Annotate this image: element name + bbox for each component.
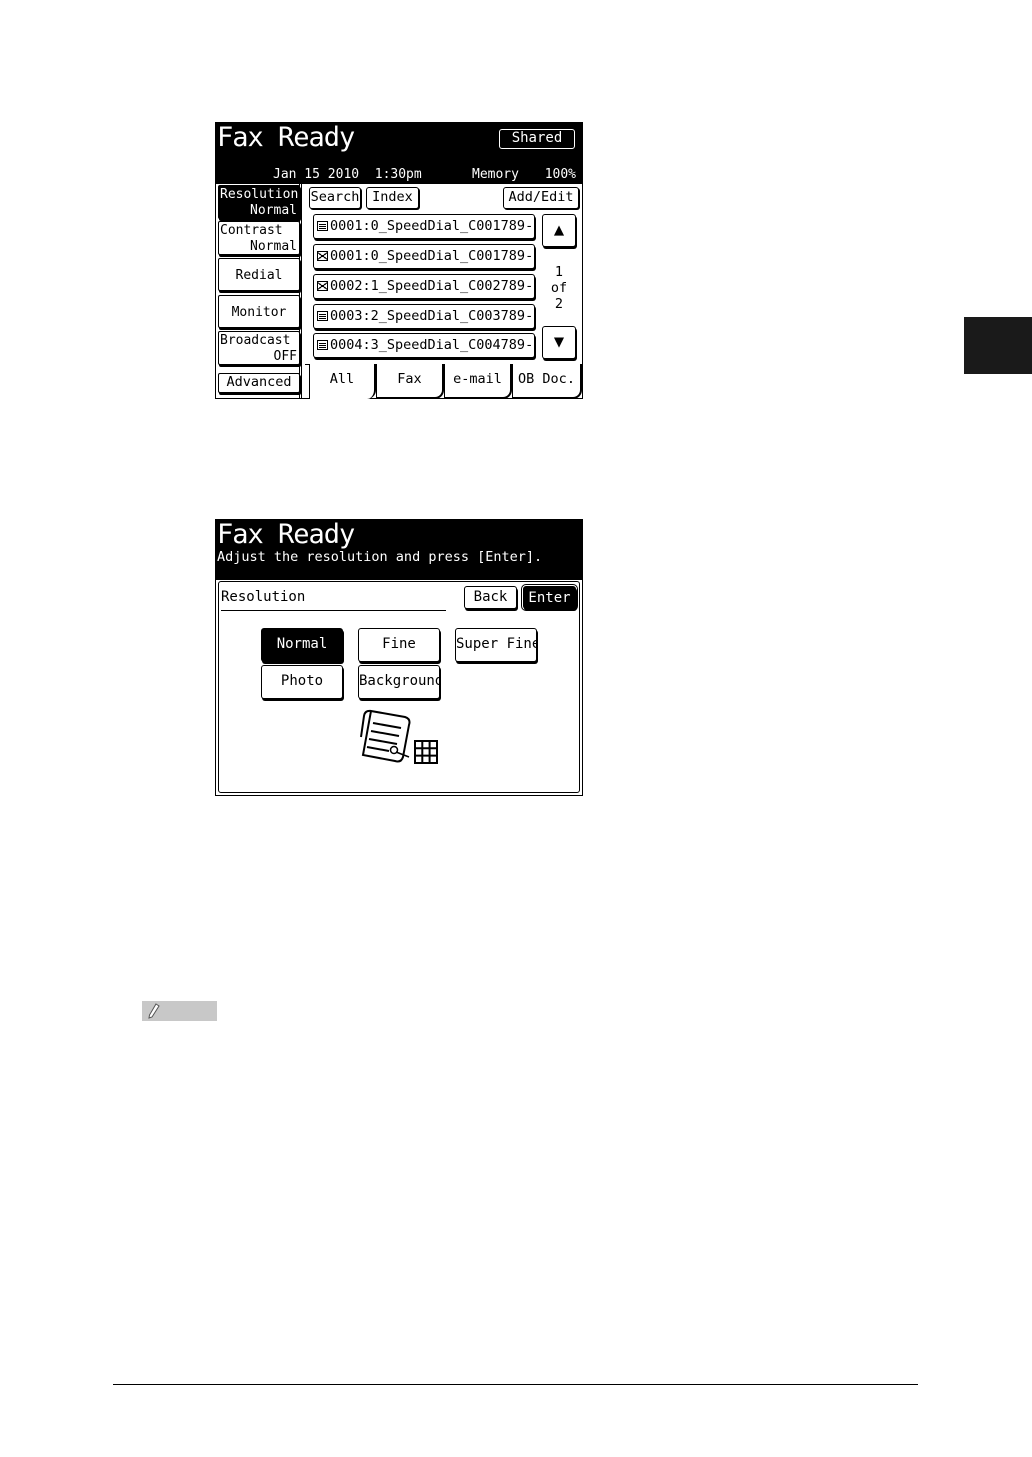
list-item[interactable]: 0003:2_SpeedDial_C003789- — [313, 304, 535, 329]
email-icon — [317, 251, 328, 261]
screen-header: Fax Ready Shared Jan 15 2010 1:30pm Memo… — [216, 123, 582, 184]
scroll-up-button[interactable]: ▲ — [542, 214, 576, 247]
back-button[interactable]: Back — [464, 586, 517, 609]
chapter-tab — [964, 317, 1032, 374]
fax-resolution-icon — [360, 709, 438, 764]
redial-button[interactable]: Redial — [218, 258, 300, 291]
memory-label: Memory — [472, 167, 519, 182]
contrast-button-label: Contrast — [220, 223, 283, 238]
resolution-button-value: Normal — [250, 203, 297, 218]
list-item-label: 0002:1_SpeedDial_C002789- — [330, 278, 534, 294]
scroll-down-button[interactable]: ▼ — [542, 326, 576, 359]
add-edit-button[interactable]: Add/Edit — [503, 187, 579, 209]
memory-value: 100% — [544, 167, 576, 182]
redial-button-label: Redial — [235, 268, 283, 283]
broadcast-button-value: OFF — [273, 349, 297, 364]
index-button[interactable]: Index — [366, 187, 419, 209]
advanced-button[interactable]: Advanced — [218, 373, 300, 393]
list-item-label: 0003:2_SpeedDial_C003789- — [330, 308, 534, 324]
section-label: Resolution — [221, 586, 446, 611]
fax-icon — [317, 340, 328, 350]
list-item-label: 0001:0_SpeedDial_C001789- — [330, 248, 534, 264]
arrow-down-icon: ▼ — [553, 332, 565, 352]
option-fine[interactable]: Fine — [358, 628, 440, 662]
option-background[interactable]: Background — [358, 665, 440, 699]
resolution-button-label: Resolution — [220, 187, 299, 202]
enter-button[interactable]: Enter — [521, 584, 578, 611]
contrast-button[interactable]: Contrast Normal — [218, 221, 300, 255]
shared-button[interactable]: Shared — [499, 129, 575, 149]
status-datetime: Jan 15 2010 1:30pm — [273, 167, 422, 183]
fax-ready-screen: Fax Ready Shared Jan 15 2010 1:30pm Memo… — [215, 122, 583, 399]
list-item[interactable]: 0001:0_SpeedDial_C001789- — [313, 244, 535, 269]
note-label-bar — [142, 1001, 217, 1021]
fax-icon — [317, 221, 328, 231]
option-super-fine[interactable]: Super Fine — [455, 628, 537, 662]
tab-fax[interactable]: Fax — [376, 364, 444, 399]
list-item-label: 0001:0_SpeedDial_C001789- — [330, 218, 534, 234]
status-time: 1:30pm — [374, 167, 422, 182]
monitor-button[interactable]: Monitor — [218, 295, 300, 328]
search-button[interactable]: Search — [309, 187, 361, 209]
list-item[interactable]: 0001:0_SpeedDial_C001789- — [313, 214, 535, 239]
tab-email[interactable]: e-mail — [444, 364, 512, 399]
monitor-button-label: Monitor — [231, 305, 287, 320]
screen-title: Fax Ready — [217, 122, 355, 153]
page-of: of — [550, 280, 568, 296]
arrow-up-icon: ▲ — [553, 220, 565, 240]
screen-title: Fax Ready — [217, 519, 355, 550]
fax-icon — [317, 311, 328, 321]
page-total: 2 — [554, 296, 564, 312]
screen-instruction: Adjust the resolution and press [Enter]. — [217, 549, 543, 565]
screen-header: Fax Ready Adjust the resolution and pres… — [216, 520, 582, 580]
tab-ob-doc[interactable]: OB Doc. — [512, 364, 582, 399]
list-item-label: 0004:3_SpeedDial_C004789- — [330, 337, 534, 353]
broadcast-button-label: Broadcast — [220, 333, 291, 348]
resolution-button[interactable]: Resolution Normal — [218, 185, 300, 219]
list-item[interactable]: 0002:1_SpeedDial_C002789- — [313, 274, 535, 299]
tab-all[interactable]: All — [309, 364, 376, 399]
broadcast-button[interactable]: Broadcast OFF — [218, 331, 300, 365]
status-date: Jan 15 2010 — [273, 167, 360, 182]
list-item[interactable]: 0004:3_SpeedDial_C004789- — [313, 333, 535, 358]
contrast-button-value: Normal — [250, 239, 297, 254]
email-icon — [317, 281, 328, 291]
pencil-icon — [148, 1003, 160, 1019]
page-current: 1 — [554, 264, 564, 280]
resolution-screen: Fax Ready Adjust the resolution and pres… — [215, 519, 583, 796]
option-normal[interactable]: Normal — [261, 628, 343, 662]
option-photo[interactable]: Photo — [261, 665, 343, 699]
footer-rule — [113, 1384, 918, 1385]
